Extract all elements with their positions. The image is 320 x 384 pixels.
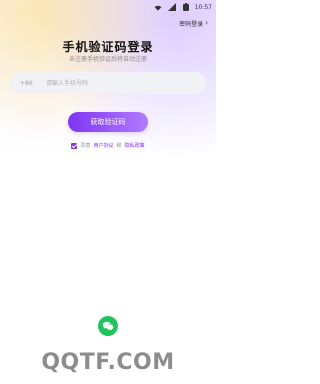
country-code[interactable]: +86: [20, 80, 44, 87]
privacy-policy-link[interactable]: 隐私政策: [125, 142, 145, 149]
status-time: 10:57: [194, 3, 212, 11]
signal-icon-svg: [167, 3, 176, 11]
battery-icon: [181, 2, 191, 12]
password-login-link[interactable]: 密码登录 ›: [179, 18, 208, 28]
wifi-icon: [153, 2, 163, 12]
agreement-prefix: 同意: [80, 143, 91, 149]
wechat-icon: [102, 321, 114, 331]
phone-field[interactable]: +86: [10, 72, 206, 94]
get-code-button[interactable]: 获取验证码: [68, 112, 148, 132]
page-title: 手机验证码登录: [62, 40, 154, 54]
agreement-row: 同意 用户协议 和 隐私政策: [0, 142, 216, 149]
user-agreement-link[interactable]: 用户协议: [93, 142, 113, 149]
agreement-and: 和: [116, 143, 122, 149]
phone-input[interactable]: [44, 78, 196, 88]
agreement-checkbox[interactable]: [71, 142, 78, 149]
password-login-label: 密码登录: [179, 20, 204, 28]
battery-icon-svg: [182, 3, 189, 11]
status-bar: 10:57: [0, 0, 216, 14]
wechat-login-button[interactable]: [98, 316, 118, 336]
chevron-right-icon: ›: [205, 19, 208, 27]
signal-icon: [167, 2, 177, 12]
wifi-icon-svg: [154, 5, 162, 11]
watermark-text: QQTF.COM: [41, 350, 175, 375]
page-subtitle: 未注册手机验证后将自动注册: [68, 56, 147, 63]
